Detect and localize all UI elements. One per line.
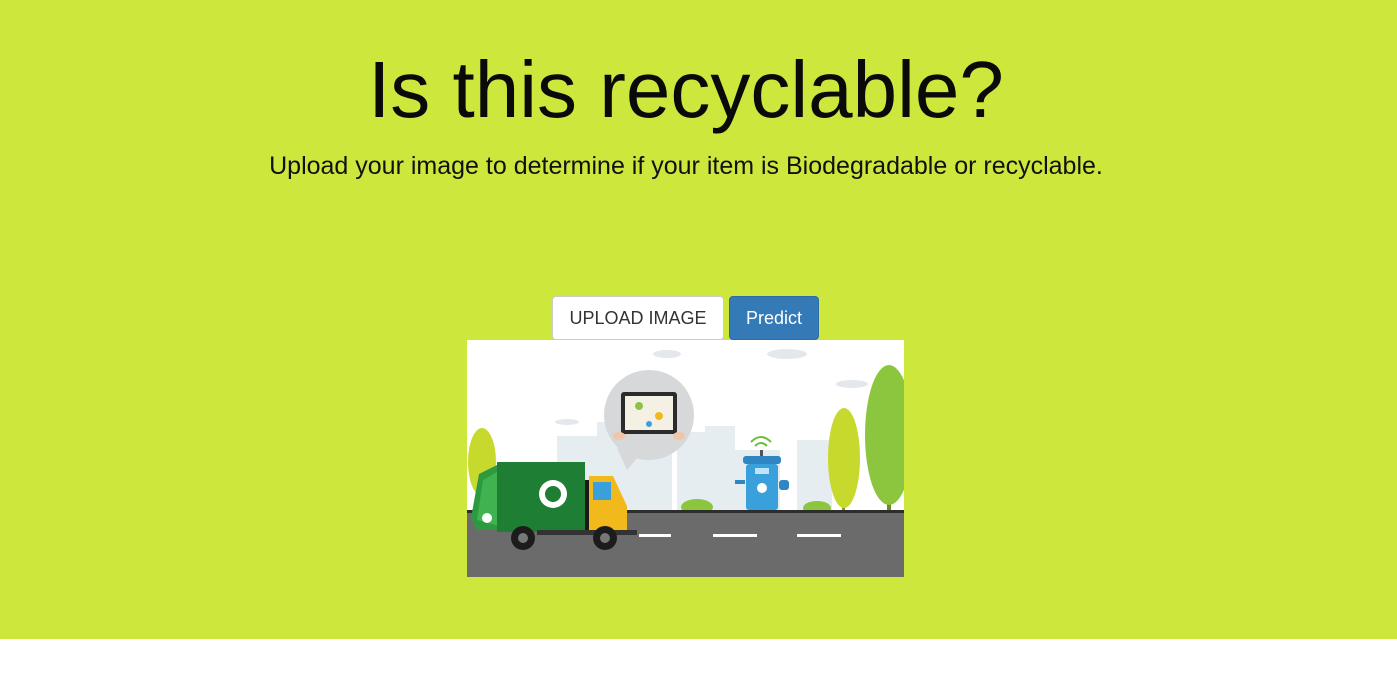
page-subtitle: Upload your image to determine if your i… bbox=[269, 152, 1103, 180]
road-markings bbox=[639, 534, 841, 537]
hero-section: Is this recyclable? Upload your image to… bbox=[0, 0, 1397, 639]
recycling-truck-illustration bbox=[467, 340, 904, 577]
upload-image-button[interactable]: UPLOAD IMAGE bbox=[552, 296, 724, 340]
predict-button[interactable]: Predict bbox=[729, 296, 819, 340]
page-title: Is this recyclable? bbox=[368, 45, 1004, 134]
